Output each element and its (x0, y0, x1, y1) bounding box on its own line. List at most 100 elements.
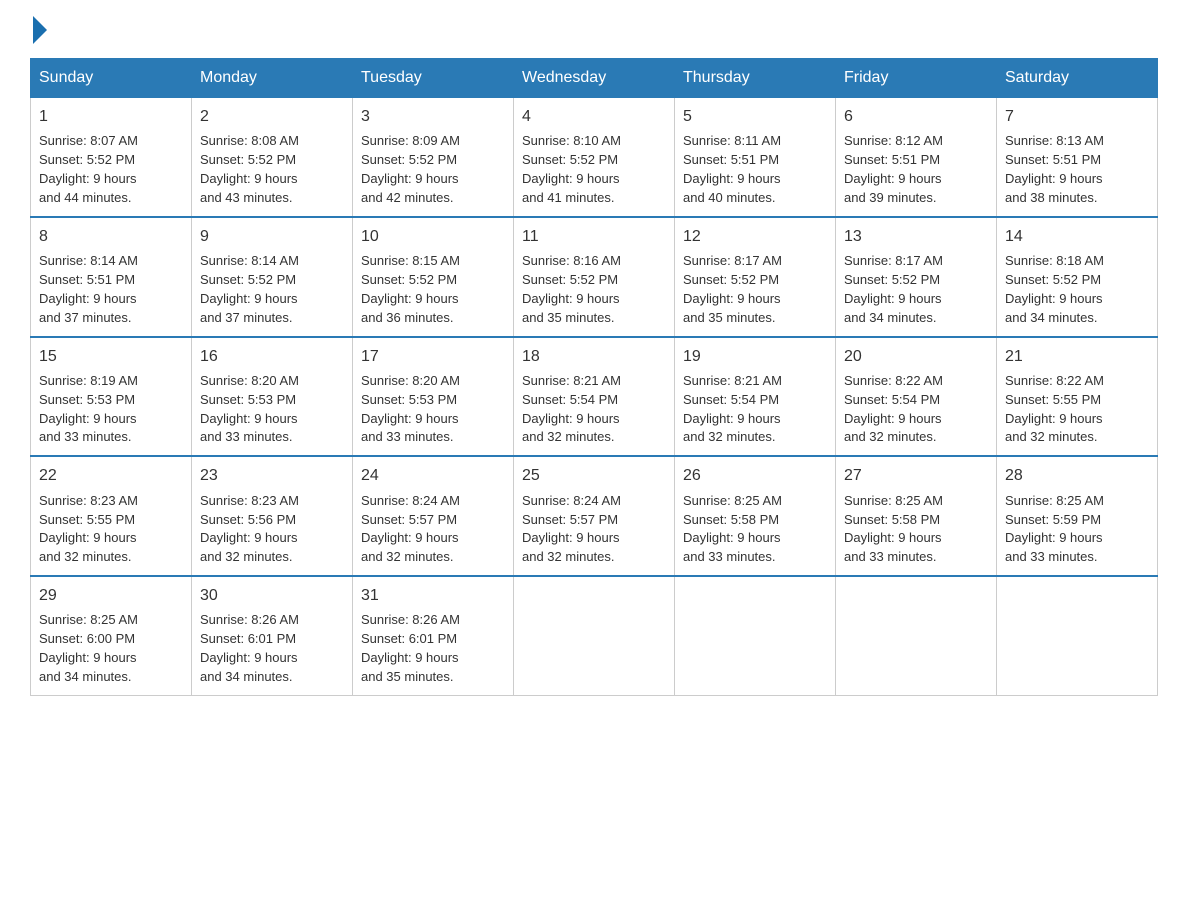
calendar-header-friday: Friday (836, 59, 997, 98)
day-info: Sunrise: 8:20 AMSunset: 5:53 PMDaylight:… (200, 373, 299, 445)
calendar-cell: 16 Sunrise: 8:20 AMSunset: 5:53 PMDaylig… (192, 337, 353, 457)
day-number: 16 (200, 346, 344, 368)
day-info: Sunrise: 8:14 AMSunset: 5:51 PMDaylight:… (39, 253, 138, 325)
calendar-cell: 23 Sunrise: 8:23 AMSunset: 5:56 PMDaylig… (192, 456, 353, 576)
calendar-cell: 22 Sunrise: 8:23 AMSunset: 5:55 PMDaylig… (31, 456, 192, 576)
calendar-cell: 10 Sunrise: 8:15 AMSunset: 5:52 PMDaylig… (353, 217, 514, 337)
calendar-header-sunday: Sunday (31, 59, 192, 98)
calendar-header-saturday: Saturday (997, 59, 1158, 98)
page-header (30, 20, 1158, 38)
day-number: 14 (1005, 226, 1149, 248)
day-number: 28 (1005, 465, 1149, 487)
calendar-cell: 24 Sunrise: 8:24 AMSunset: 5:57 PMDaylig… (353, 456, 514, 576)
day-info: Sunrise: 8:19 AMSunset: 5:53 PMDaylight:… (39, 373, 138, 445)
day-info: Sunrise: 8:22 AMSunset: 5:54 PMDaylight:… (844, 373, 943, 445)
day-info: Sunrise: 8:23 AMSunset: 5:56 PMDaylight:… (200, 493, 299, 565)
day-info: Sunrise: 8:18 AMSunset: 5:52 PMDaylight:… (1005, 253, 1104, 325)
calendar-table: SundayMondayTuesdayWednesdayThursdayFrid… (30, 58, 1158, 696)
day-info: Sunrise: 8:21 AMSunset: 5:54 PMDaylight:… (683, 373, 782, 445)
calendar-cell: 7 Sunrise: 8:13 AMSunset: 5:51 PMDayligh… (997, 98, 1158, 217)
day-number: 24 (361, 465, 505, 487)
calendar-cell: 25 Sunrise: 8:24 AMSunset: 5:57 PMDaylig… (514, 456, 675, 576)
day-info: Sunrise: 8:23 AMSunset: 5:55 PMDaylight:… (39, 493, 138, 565)
calendar-cell: 12 Sunrise: 8:17 AMSunset: 5:52 PMDaylig… (675, 217, 836, 337)
calendar-cell: 26 Sunrise: 8:25 AMSunset: 5:58 PMDaylig… (675, 456, 836, 576)
calendar-cell: 17 Sunrise: 8:20 AMSunset: 5:53 PMDaylig… (353, 337, 514, 457)
logo-triangle-icon (33, 16, 47, 44)
calendar-cell: 4 Sunrise: 8:10 AMSunset: 5:52 PMDayligh… (514, 98, 675, 217)
calendar-body: 1 Sunrise: 8:07 AMSunset: 5:52 PMDayligh… (31, 98, 1158, 696)
day-number: 15 (39, 346, 183, 368)
day-info: Sunrise: 8:17 AMSunset: 5:52 PMDaylight:… (844, 253, 943, 325)
day-number: 3 (361, 106, 505, 128)
calendar-cell (675, 576, 836, 695)
calendar-cell: 31 Sunrise: 8:26 AMSunset: 6:01 PMDaylig… (353, 576, 514, 695)
day-number: 9 (200, 226, 344, 248)
day-number: 6 (844, 106, 988, 128)
calendar-cell: 5 Sunrise: 8:11 AMSunset: 5:51 PMDayligh… (675, 98, 836, 217)
calendar-cell: 29 Sunrise: 8:25 AMSunset: 6:00 PMDaylig… (31, 576, 192, 695)
day-number: 17 (361, 346, 505, 368)
calendar-week-2: 8 Sunrise: 8:14 AMSunset: 5:51 PMDayligh… (31, 217, 1158, 337)
day-info: Sunrise: 8:25 AMSunset: 6:00 PMDaylight:… (39, 612, 138, 684)
calendar-cell (836, 576, 997, 695)
day-info: Sunrise: 8:25 AMSunset: 5:58 PMDaylight:… (844, 493, 943, 565)
calendar-cell: 3 Sunrise: 8:09 AMSunset: 5:52 PMDayligh… (353, 98, 514, 217)
day-info: Sunrise: 8:21 AMSunset: 5:54 PMDaylight:… (522, 373, 621, 445)
day-info: Sunrise: 8:17 AMSunset: 5:52 PMDaylight:… (683, 253, 782, 325)
calendar-cell: 14 Sunrise: 8:18 AMSunset: 5:52 PMDaylig… (997, 217, 1158, 337)
day-number: 29 (39, 585, 183, 607)
day-info: Sunrise: 8:24 AMSunset: 5:57 PMDaylight:… (522, 493, 621, 565)
day-info: Sunrise: 8:14 AMSunset: 5:52 PMDaylight:… (200, 253, 299, 325)
calendar-cell: 30 Sunrise: 8:26 AMSunset: 6:01 PMDaylig… (192, 576, 353, 695)
day-number: 7 (1005, 106, 1149, 128)
day-number: 19 (683, 346, 827, 368)
day-number: 18 (522, 346, 666, 368)
day-number: 8 (39, 226, 183, 248)
calendar-cell: 27 Sunrise: 8:25 AMSunset: 5:58 PMDaylig… (836, 456, 997, 576)
day-number: 5 (683, 106, 827, 128)
logo (30, 20, 47, 38)
day-number: 30 (200, 585, 344, 607)
day-number: 21 (1005, 346, 1149, 368)
calendar-cell: 8 Sunrise: 8:14 AMSunset: 5:51 PMDayligh… (31, 217, 192, 337)
calendar-cell: 1 Sunrise: 8:07 AMSunset: 5:52 PMDayligh… (31, 98, 192, 217)
calendar-cell: 15 Sunrise: 8:19 AMSunset: 5:53 PMDaylig… (31, 337, 192, 457)
day-info: Sunrise: 8:16 AMSunset: 5:52 PMDaylight:… (522, 253, 621, 325)
day-info: Sunrise: 8:26 AMSunset: 6:01 PMDaylight:… (361, 612, 460, 684)
day-number: 10 (361, 226, 505, 248)
day-number: 20 (844, 346, 988, 368)
day-info: Sunrise: 8:25 AMSunset: 5:58 PMDaylight:… (683, 493, 782, 565)
day-info: Sunrise: 8:20 AMSunset: 5:53 PMDaylight:… (361, 373, 460, 445)
calendar-week-5: 29 Sunrise: 8:25 AMSunset: 6:00 PMDaylig… (31, 576, 1158, 695)
day-number: 22 (39, 465, 183, 487)
calendar-cell: 11 Sunrise: 8:16 AMSunset: 5:52 PMDaylig… (514, 217, 675, 337)
calendar-week-1: 1 Sunrise: 8:07 AMSunset: 5:52 PMDayligh… (31, 98, 1158, 217)
day-number: 4 (522, 106, 666, 128)
calendar-cell: 13 Sunrise: 8:17 AMSunset: 5:52 PMDaylig… (836, 217, 997, 337)
day-number: 23 (200, 465, 344, 487)
calendar-header-wednesday: Wednesday (514, 59, 675, 98)
calendar-week-3: 15 Sunrise: 8:19 AMSunset: 5:53 PMDaylig… (31, 337, 1158, 457)
calendar-cell: 18 Sunrise: 8:21 AMSunset: 5:54 PMDaylig… (514, 337, 675, 457)
day-number: 31 (361, 585, 505, 607)
day-info: Sunrise: 8:11 AMSunset: 5:51 PMDaylight:… (683, 133, 781, 205)
calendar-cell: 9 Sunrise: 8:14 AMSunset: 5:52 PMDayligh… (192, 217, 353, 337)
day-number: 12 (683, 226, 827, 248)
day-info: Sunrise: 8:15 AMSunset: 5:52 PMDaylight:… (361, 253, 460, 325)
day-info: Sunrise: 8:07 AMSunset: 5:52 PMDaylight:… (39, 133, 138, 205)
calendar-cell: 20 Sunrise: 8:22 AMSunset: 5:54 PMDaylig… (836, 337, 997, 457)
day-number: 27 (844, 465, 988, 487)
day-number: 1 (39, 106, 183, 128)
calendar-cell: 2 Sunrise: 8:08 AMSunset: 5:52 PMDayligh… (192, 98, 353, 217)
day-info: Sunrise: 8:10 AMSunset: 5:52 PMDaylight:… (522, 133, 621, 205)
day-number: 13 (844, 226, 988, 248)
day-info: Sunrise: 8:25 AMSunset: 5:59 PMDaylight:… (1005, 493, 1104, 565)
calendar-header-thursday: Thursday (675, 59, 836, 98)
calendar-cell: 19 Sunrise: 8:21 AMSunset: 5:54 PMDaylig… (675, 337, 836, 457)
day-info: Sunrise: 8:09 AMSunset: 5:52 PMDaylight:… (361, 133, 460, 205)
day-info: Sunrise: 8:22 AMSunset: 5:55 PMDaylight:… (1005, 373, 1104, 445)
calendar-header-row: SundayMondayTuesdayWednesdayThursdayFrid… (31, 59, 1158, 98)
calendar-week-4: 22 Sunrise: 8:23 AMSunset: 5:55 PMDaylig… (31, 456, 1158, 576)
day-info: Sunrise: 8:12 AMSunset: 5:51 PMDaylight:… (844, 133, 943, 205)
